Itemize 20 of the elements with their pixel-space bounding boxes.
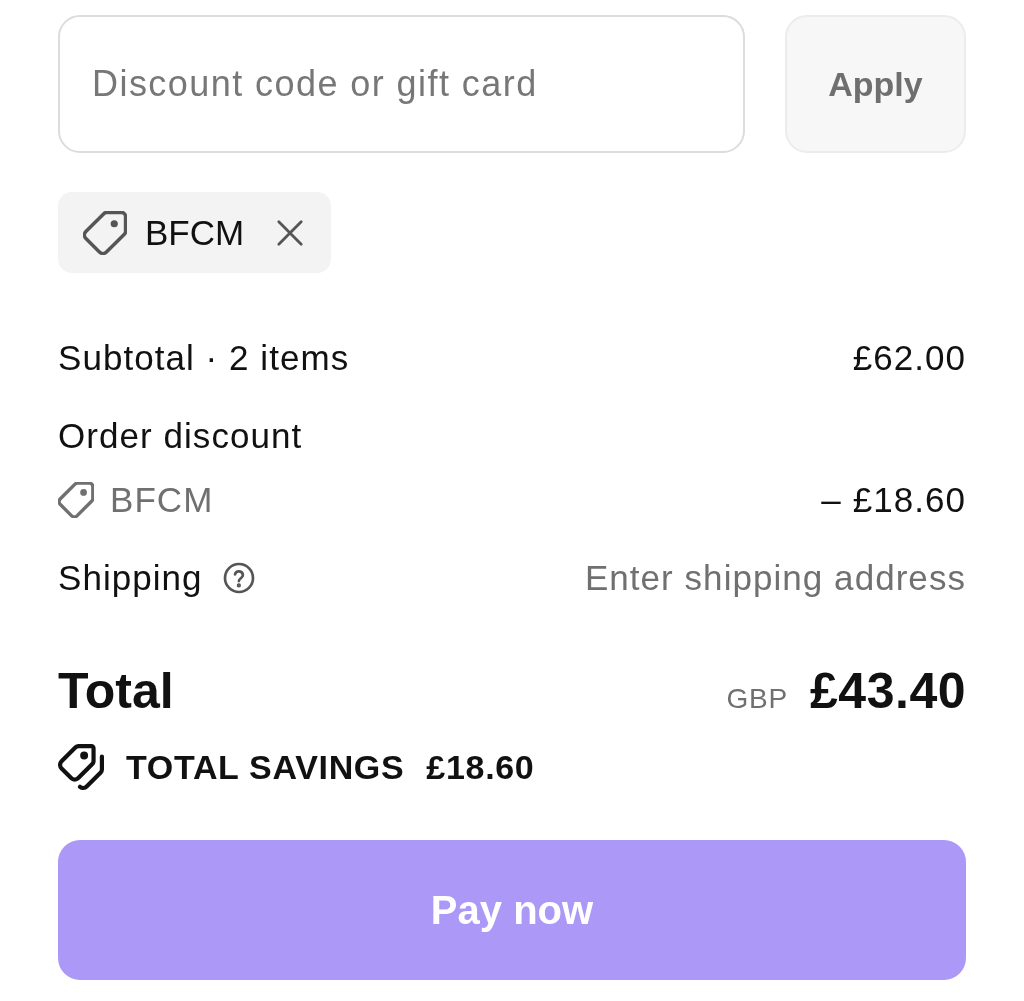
total-amount: £43.40 [810,662,966,720]
savings-label: TOTAL SAVINGS [126,747,405,787]
summary-label: Subtotal · 2 items [58,337,350,379]
shipping-address-prompt: Enter shipping address [584,557,966,599]
summary-label: Shipping [58,557,203,599]
tag-icon [58,482,94,518]
discount-code-text: BFCM [145,212,245,253]
summary-label: Order discount [58,415,303,457]
help-icon[interactable] [222,562,255,594]
discount-code-text: BFCM [110,480,214,520]
discount-value: – £18.60 [821,479,966,521]
tags-icon [58,744,104,790]
tag-icon [83,210,127,255]
total-label: Total [58,662,174,720]
pay-now-button[interactable]: Pay now [58,840,966,980]
close-icon[interactable] [276,218,305,247]
savings-amount: £18.60 [426,747,535,787]
currency-code: GBP [726,683,789,715]
summary-value: £62.00 [852,337,966,379]
discount-code-field[interactable]: Discount code or gift card [58,15,745,153]
